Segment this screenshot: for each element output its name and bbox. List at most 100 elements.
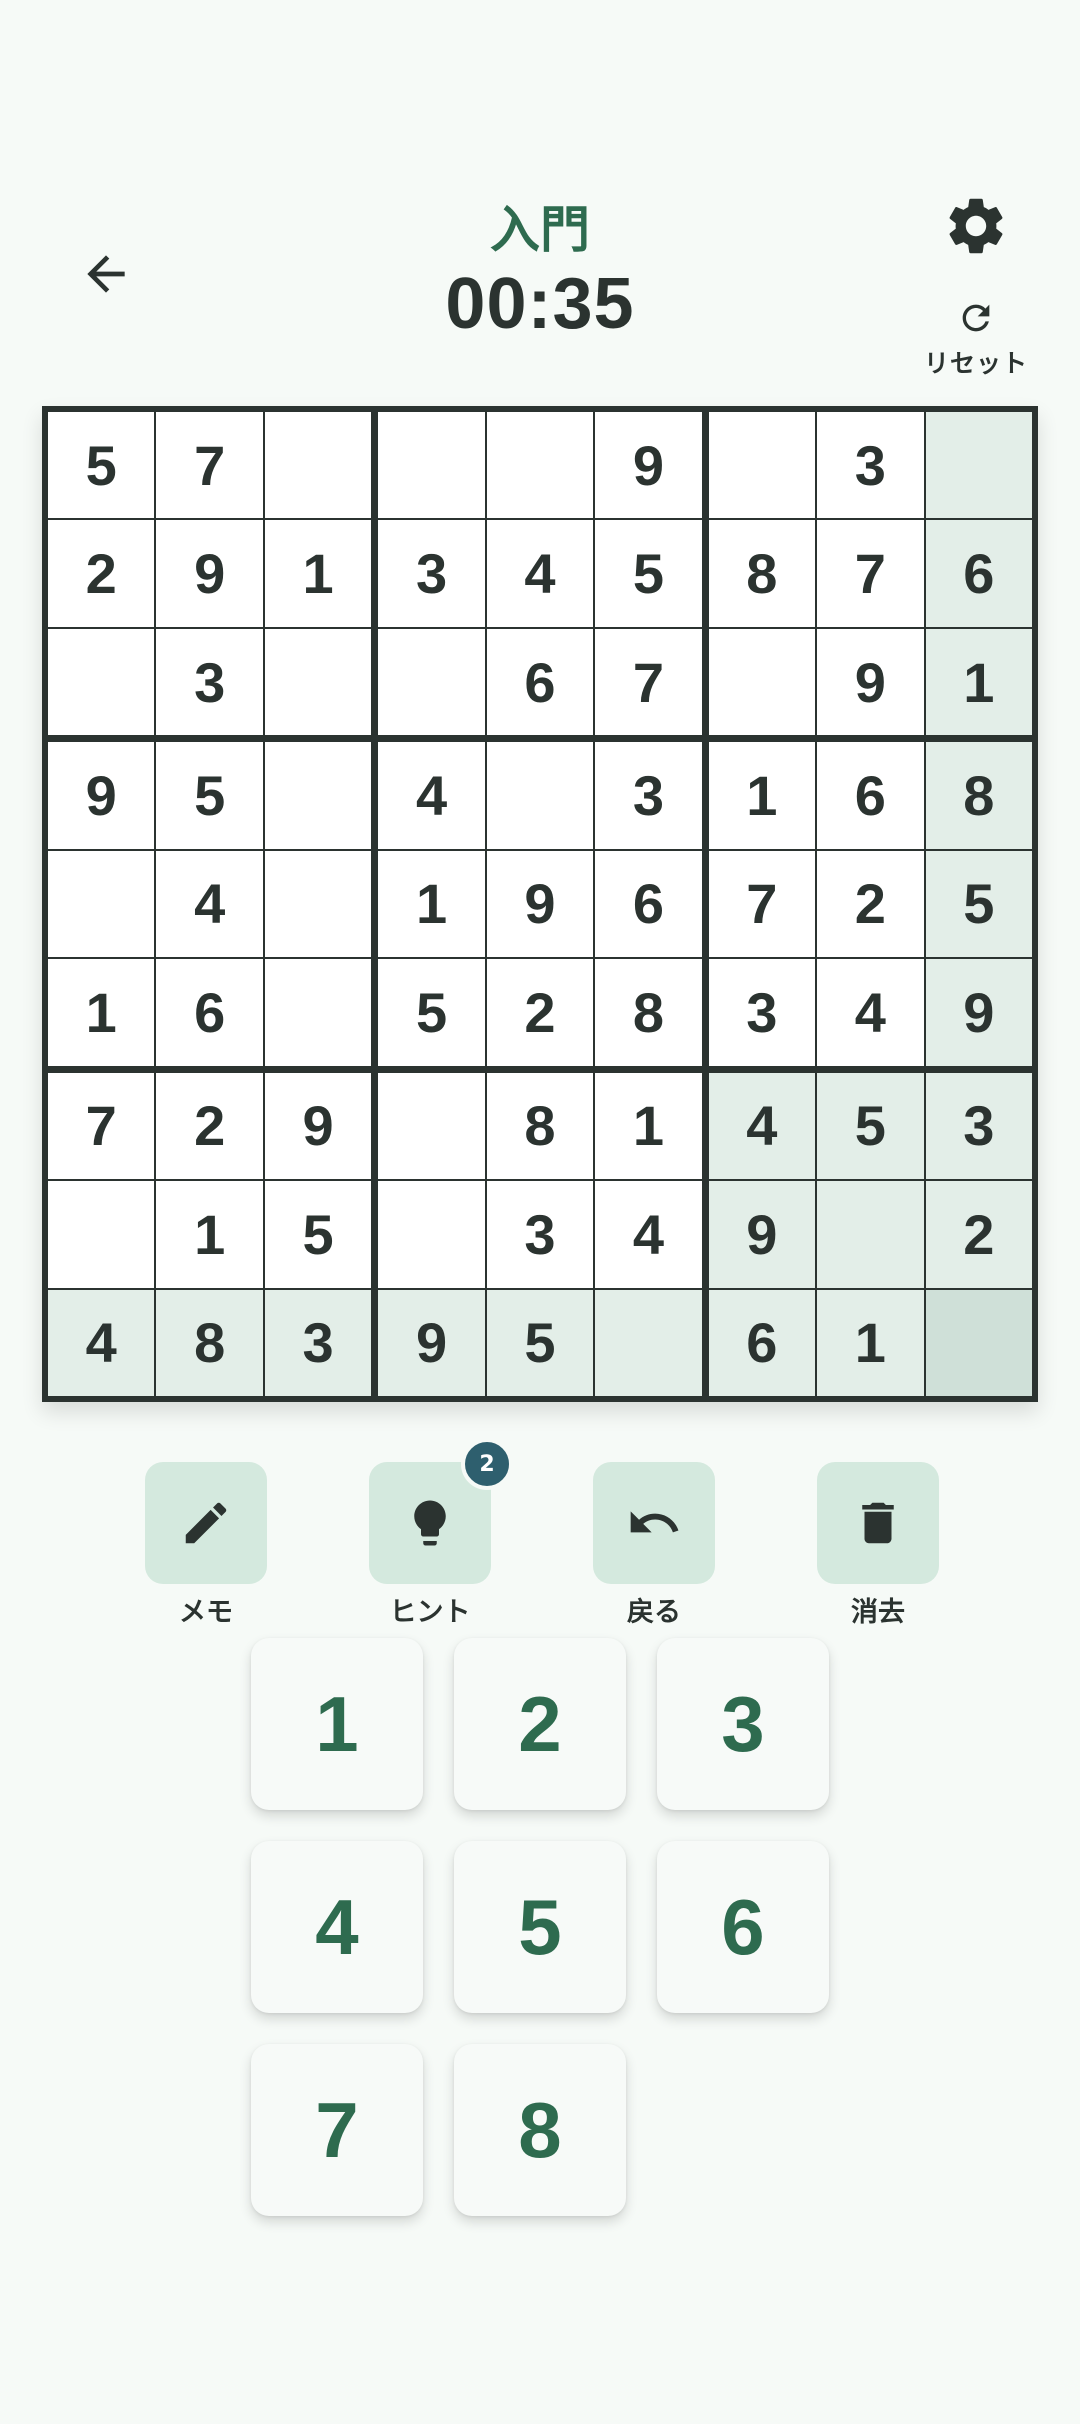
sudoku-cell[interactable]: 6: [817, 742, 924, 849]
number-key-3[interactable]: 3: [657, 1638, 829, 1810]
sudoku-cell[interactable]: 4: [156, 850, 263, 958]
memo-tool[interactable]: メモ: [144, 1462, 268, 1629]
sudoku-cell[interactable]: 4: [708, 1072, 816, 1180]
sudoku-cell[interactable]: 9: [817, 628, 924, 736]
sudoku-cell[interactable]: 3: [378, 520, 485, 627]
erase-button[interactable]: [817, 1462, 939, 1584]
sudoku-cell[interactable]: 3: [156, 628, 263, 736]
sudoku-cell[interactable]: 3: [264, 1289, 372, 1396]
sudoku-cell[interactable]: 5: [48, 412, 155, 519]
sudoku-cell[interactable]: 8: [925, 742, 1032, 849]
sudoku-cell[interactable]: [264, 742, 372, 849]
sudoku-cell[interactable]: [925, 1289, 1032, 1396]
sudoku-cell[interactable]: 5: [378, 959, 485, 1066]
number-key-2[interactable]: 2: [454, 1638, 626, 1810]
undo-tool[interactable]: 戻る: [592, 1462, 716, 1629]
number-key-4[interactable]: 4: [251, 1841, 423, 2013]
hint-tool[interactable]: 2 ヒント: [368, 1438, 513, 1629]
sudoku-cell[interactable]: 3: [595, 742, 702, 849]
sudoku-cell[interactable]: [48, 1181, 155, 1288]
sudoku-cell[interactable]: 8: [708, 520, 816, 627]
sudoku-cell[interactable]: [378, 412, 485, 519]
sudoku-cell[interactable]: 5: [264, 1181, 372, 1288]
sudoku-cell[interactable]: 9: [708, 1181, 816, 1288]
sudoku-cell[interactable]: 1: [156, 1181, 263, 1288]
sudoku-cell[interactable]: 8: [595, 959, 702, 1066]
sudoku-cell[interactable]: 1: [708, 742, 816, 849]
sudoku-cell[interactable]: 1: [595, 1072, 702, 1180]
sudoku-cell[interactable]: [48, 850, 155, 958]
sudoku-cell[interactable]: [378, 1181, 485, 1288]
sudoku-cell[interactable]: 8: [486, 1072, 594, 1180]
sudoku-cell[interactable]: 9: [48, 742, 155, 849]
sudoku-cell[interactable]: 5: [595, 520, 702, 627]
sudoku-cell[interactable]: 5: [486, 1289, 594, 1396]
memo-button[interactable]: [145, 1462, 267, 1584]
sudoku-cell[interactable]: 6: [925, 520, 1032, 627]
sudoku-cell[interactable]: 2: [156, 1072, 263, 1180]
number-key-8[interactable]: 8: [454, 2044, 626, 2216]
sudoku-cell[interactable]: [925, 412, 1032, 519]
sudoku-cell[interactable]: [486, 412, 594, 519]
sudoku-cell[interactable]: 1: [264, 520, 372, 627]
sudoku-cell[interactable]: 2: [486, 959, 594, 1066]
sudoku-cell[interactable]: 1: [48, 959, 155, 1066]
undo-button[interactable]: [593, 1462, 715, 1584]
sudoku-cell[interactable]: 5: [817, 1072, 924, 1180]
sudoku-cell[interactable]: 1: [817, 1289, 924, 1396]
sudoku-cell[interactable]: 9: [156, 520, 263, 627]
sudoku-cell[interactable]: 2: [925, 1181, 1032, 1288]
number-key-5[interactable]: 5: [454, 1841, 626, 2013]
sudoku-cell[interactable]: [378, 628, 485, 736]
sudoku-cell[interactable]: 9: [595, 412, 702, 519]
sudoku-cell[interactable]: [595, 1289, 702, 1396]
sudoku-cell[interactable]: 2: [817, 850, 924, 958]
sudoku-cell[interactable]: 4: [595, 1181, 702, 1288]
sudoku-cell[interactable]: 1: [925, 628, 1032, 736]
number-key-6[interactable]: 6: [657, 1841, 829, 2013]
erase-tool[interactable]: 消去: [816, 1462, 940, 1629]
sudoku-cell[interactable]: 7: [156, 412, 263, 519]
back-button[interactable]: [68, 236, 144, 312]
sudoku-cell[interactable]: [264, 959, 372, 1066]
sudoku-cell[interactable]: 7: [48, 1072, 155, 1180]
sudoku-cell[interactable]: 4: [486, 520, 594, 627]
sudoku-cell[interactable]: [708, 412, 816, 519]
sudoku-cell[interactable]: 5: [156, 742, 263, 849]
sudoku-cell[interactable]: 3: [925, 1072, 1032, 1180]
sudoku-cell[interactable]: 7: [708, 850, 816, 958]
sudoku-cell[interactable]: 6: [708, 1289, 816, 1396]
sudoku-cell[interactable]: 9: [925, 959, 1032, 1066]
sudoku-cell[interactable]: 2: [48, 520, 155, 627]
sudoku-cell[interactable]: 3: [817, 412, 924, 519]
sudoku-cell[interactable]: [264, 412, 372, 519]
sudoku-cell[interactable]: 3: [708, 959, 816, 1066]
sudoku-cell[interactable]: 4: [378, 742, 485, 849]
sudoku-cell[interactable]: 4: [817, 959, 924, 1066]
sudoku-cell[interactable]: 7: [817, 520, 924, 627]
sudoku-cell[interactable]: 9: [264, 1072, 372, 1180]
sudoku-cell[interactable]: [486, 742, 594, 849]
sudoku-cell[interactable]: 7: [595, 628, 702, 736]
sudoku-cell[interactable]: [264, 628, 372, 736]
sudoku-cell[interactable]: 3: [486, 1181, 594, 1288]
sudoku-cell[interactable]: 6: [595, 850, 702, 958]
sudoku-cell[interactable]: 8: [156, 1289, 263, 1396]
number-key-7[interactable]: 7: [251, 2044, 423, 2216]
sudoku-cell[interactable]: 6: [156, 959, 263, 1066]
number-key-1[interactable]: 1: [251, 1638, 423, 1810]
hint-button[interactable]: 2: [369, 1438, 513, 1584]
settings-button[interactable]: [936, 186, 1016, 266]
sudoku-cell[interactable]: 6: [486, 628, 594, 736]
sudoku-cell[interactable]: [48, 628, 155, 736]
sudoku-cell[interactable]: [817, 1181, 924, 1288]
sudoku-cell[interactable]: 1: [378, 850, 485, 958]
sudoku-cell[interactable]: [378, 1072, 485, 1180]
sudoku-cell[interactable]: [708, 628, 816, 736]
sudoku-cell[interactable]: [264, 850, 372, 958]
sudoku-cell[interactable]: 9: [378, 1289, 485, 1396]
sudoku-cell[interactable]: 4: [48, 1289, 155, 1396]
sudoku-cell[interactable]: 9: [486, 850, 594, 958]
sudoku-cell[interactable]: 5: [925, 850, 1032, 958]
reset-button[interactable]: リセット: [912, 292, 1040, 382]
